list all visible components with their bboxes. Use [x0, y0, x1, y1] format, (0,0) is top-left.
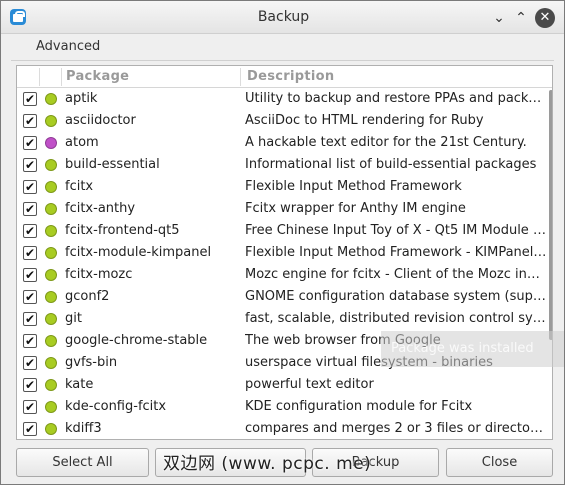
table-row[interactable]: ✔ kate powerful text editor	[17, 374, 552, 396]
package-description: Flexible Input Method Framework - KIMPan…	[245, 245, 548, 260]
package-name: kdiff3	[65, 421, 102, 436]
status-dot-icon	[45, 401, 57, 413]
status-dot-icon	[45, 247, 57, 259]
row-checkbox[interactable]: ✔	[23, 268, 37, 282]
header-separator	[240, 68, 241, 86]
minimize-icon[interactable]: ⌄	[489, 8, 509, 28]
package-description: fast, scalable, distributed revision con…	[245, 311, 548, 326]
row-checkbox[interactable]: ✔	[23, 400, 37, 414]
package-name: atom	[65, 135, 99, 150]
package-name: gvfs-bin	[65, 355, 118, 370]
row-checkbox[interactable]: ✔	[23, 356, 37, 370]
package-description: AsciiDoc to HTML rendering for Ruby	[245, 113, 484, 128]
package-list[interactable]: Package Description ✔ aptik Utility to b…	[16, 65, 553, 440]
close-button[interactable]: Close	[446, 448, 553, 477]
package-name: aptik	[65, 91, 98, 106]
package-name: fcitx-mozc	[65, 267, 133, 282]
header-separator	[61, 68, 62, 86]
row-checkbox[interactable]: ✔	[23, 312, 37, 326]
row-checkbox[interactable]: ✔	[23, 246, 37, 260]
status-dot-icon	[45, 269, 57, 281]
table-row[interactable]: ✔ fcitx Flexible Input Method Framework	[17, 176, 552, 198]
column-header-description[interactable]: Description	[247, 66, 334, 88]
select-all-button[interactable]: Select All	[16, 448, 149, 477]
package-description: Utility to backup and restore PPAs and p…	[245, 91, 548, 106]
package-name: fcitx-module-kimpanel	[65, 245, 212, 260]
package-description: Flexible Input Method Framework	[245, 179, 462, 194]
package-description: compares and merges 2 or 3 files or dire…	[245, 421, 548, 436]
status-dot-icon	[45, 313, 57, 325]
status-dot-icon	[45, 291, 57, 303]
package-description: GNOME configuration database system (sup…	[245, 289, 548, 304]
backup-window: Backup ⌄ ⌃ ✕ Advanced Package Descriptio…	[0, 0, 565, 485]
table-row[interactable]: ✔ gconf2 GNOME configuration database sy…	[17, 286, 552, 308]
table-row[interactable]: ✔ asciidoctor AsciiDoc to HTML rendering…	[17, 110, 552, 132]
status-dot-icon	[45, 203, 57, 215]
row-checkbox[interactable]: ✔	[23, 290, 37, 304]
vertical-scrollbar[interactable]	[549, 90, 552, 340]
status-dot-icon	[45, 357, 57, 369]
table-row[interactable]: ✔ atom A hackable text editor for the 21…	[17, 132, 552, 154]
package-name: git	[65, 311, 82, 326]
notification-toast: Package was installed	[381, 331, 564, 367]
window-title: Backup	[257, 9, 310, 25]
title-bar[interactable]: Backup ⌄ ⌃ ✕	[1, 1, 564, 34]
package-description: KDE configuration module for Fcitx	[245, 399, 473, 414]
row-checkbox[interactable]: ✔	[23, 202, 37, 216]
table-row[interactable]: ✔ build-essential Informational list of …	[17, 154, 552, 176]
column-header-package[interactable]: Package	[66, 66, 129, 88]
package-name: kate	[65, 377, 94, 392]
package-name: asciidoctor	[65, 113, 136, 128]
status-dot-icon	[45, 159, 57, 171]
status-dot-icon	[45, 181, 57, 193]
package-description: Free Chinese Input Toy of X - Qt5 IM Mod…	[245, 223, 548, 238]
status-dot-icon	[45, 137, 57, 149]
row-checkbox[interactable]: ✔	[23, 92, 37, 106]
menu-bar: Advanced	[1, 34, 564, 60]
status-dot-icon	[45, 115, 57, 127]
package-name: fcitx	[65, 179, 94, 194]
row-checkbox[interactable]: ✔	[23, 224, 37, 238]
package-name: google-chrome-stable	[65, 333, 208, 348]
menu-advanced[interactable]: Advanced	[36, 39, 100, 54]
table-row[interactable]: ✔ fcitx-frontend-qt5 Free Chinese Input …	[17, 220, 552, 242]
row-checkbox[interactable]: ✔	[23, 180, 37, 194]
package-name: build-essential	[65, 157, 160, 172]
package-description: Fcitx wrapper for Anthy IM engine	[245, 201, 466, 216]
package-description: powerful text editor	[245, 377, 374, 392]
status-dot-icon	[45, 379, 57, 391]
close-window-icon[interactable]: ✕	[535, 8, 555, 28]
status-dot-icon	[45, 93, 57, 105]
row-checkbox[interactable]: ✔	[23, 158, 37, 172]
package-rows: ✔ aptik Utility to backup and restore PP…	[17, 88, 552, 439]
status-dot-icon	[45, 423, 57, 435]
table-row[interactable]: ✔ fcitx-anthy Fcitx wrapper for Anthy IM…	[17, 198, 552, 220]
package-name: kde-config-fcitx	[65, 399, 167, 414]
list-header: Package Description	[17, 66, 552, 88]
package-name: fcitx-frontend-qt5	[65, 223, 180, 238]
package-description: Informational list of build-essential pa…	[245, 157, 537, 172]
table-row[interactable]: ✔ aptik Utility to backup and restore PP…	[17, 88, 552, 110]
package-name: gconf2	[65, 289, 110, 304]
table-row[interactable]: ✔ kdiff3 compares and merges 2 or 3 file…	[17, 418, 552, 439]
table-row[interactable]: ✔ git fast, scalable, distributed revisi…	[17, 308, 552, 330]
watermark-text: 双边网 (www. pcpc. me)	[163, 454, 372, 474]
status-dot-icon	[45, 335, 57, 347]
status-dot-icon	[45, 225, 57, 237]
package-description: A hackable text editor for the 21st Cent…	[245, 135, 527, 150]
package-name: fcitx-anthy	[65, 201, 136, 216]
row-checkbox[interactable]: ✔	[23, 378, 37, 392]
row-checkbox[interactable]: ✔	[23, 136, 37, 150]
menu-separator	[11, 60, 554, 61]
table-row[interactable]: ✔ fcitx-module-kimpanel Flexible Input M…	[17, 242, 552, 264]
table-row[interactable]: ✔ kde-config-fcitx KDE configuration mod…	[17, 396, 552, 418]
header-separator	[39, 68, 40, 86]
maximize-icon[interactable]: ⌃	[511, 8, 531, 28]
table-row[interactable]: ✔ fcitx-mozc Mozc engine for fcitx - Cli…	[17, 264, 552, 286]
row-checkbox[interactable]: ✔	[23, 422, 37, 436]
row-checkbox[interactable]: ✔	[23, 114, 37, 128]
row-checkbox[interactable]: ✔	[23, 334, 37, 348]
package-description: Mozc engine for fcitx - Client of the Mo…	[245, 267, 548, 282]
